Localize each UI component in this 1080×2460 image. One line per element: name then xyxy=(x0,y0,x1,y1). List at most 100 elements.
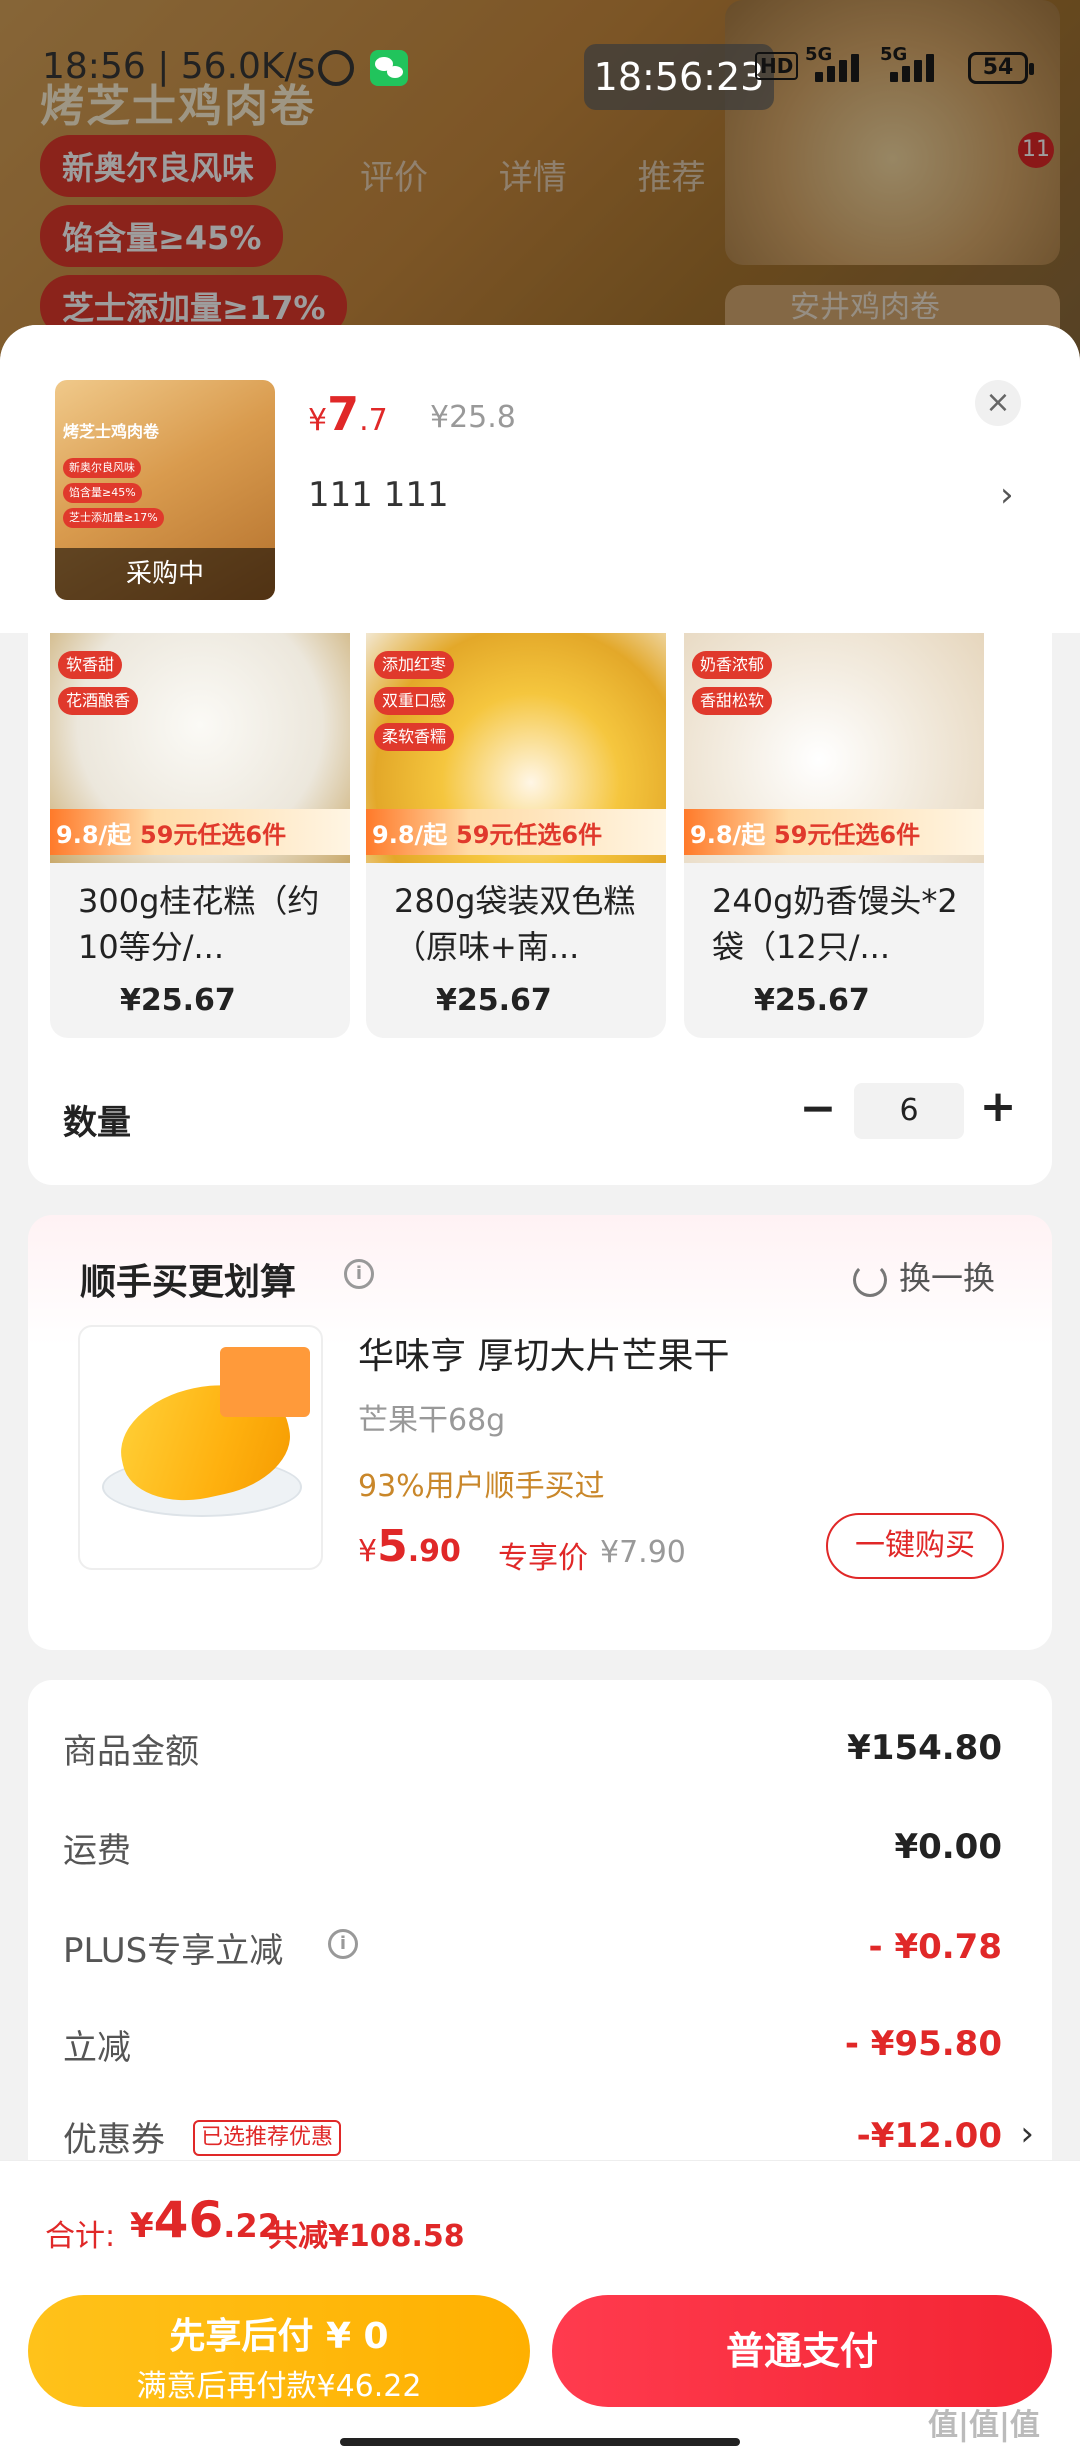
variant-price: ¥25.67 xyxy=(120,983,236,1018)
variant-image: 添加红枣 双重口感 柔软香糯 9.8/起 59元任选6件 xyxy=(366,633,666,863)
status-clock: 18:56:23 xyxy=(584,44,774,110)
variant-price: ¥25.67 xyxy=(436,983,552,1018)
signal-icon xyxy=(890,52,950,82)
thumb-title: 烤芝士鸡肉卷 xyxy=(63,422,160,441)
price-integer: 46 xyxy=(153,2191,224,2249)
upsell-product-spec: 芒果干68g xyxy=(358,1403,506,1438)
hd-icon: HD xyxy=(755,52,799,80)
purchase-sheet: 烤芝士鸡肉卷 新奥尔良风味 馅含量≥45% 芝士添加量≥17% 采购中 ¥7.7… xyxy=(0,325,1080,2460)
chevron-right-icon[interactable]: › xyxy=(1020,2114,1034,2154)
price-integer: 5 xyxy=(377,1521,408,1572)
price-integer: 7 xyxy=(327,387,360,441)
variant-name: 300g桂花糕（约10等分/... xyxy=(78,882,320,966)
summary-row-subtotal: 商品金额 ¥154.80 xyxy=(28,1724,1052,1784)
info-icon[interactable]: i xyxy=(328,1929,358,1959)
promo-text: 59元任选6件 xyxy=(456,821,603,849)
product-header: 烤芝士鸡肉卷 新奥尔良风味 馅含量≥45% 芝士添加量≥17% 采购中 ¥7.7… xyxy=(0,325,1080,633)
variant-tag: 香甜松软 xyxy=(692,687,773,715)
summary-row-shipping: 运费 ¥0.00 xyxy=(28,1823,1052,1883)
status-bar: 18:56 | 56.0K/s 18:56:23 HD 5G 5G 54 xyxy=(0,0,1080,140)
price-decimal: .90 xyxy=(407,1534,461,1569)
info-icon[interactable]: i xyxy=(344,1259,374,1289)
chevron-right-icon[interactable]: › xyxy=(1000,475,1014,515)
variant-item[interactable]: 软香甜 花酒酿香 9.8/起 59元任选6件 300g桂花糕（约10等分/...… xyxy=(50,633,350,1038)
pay-later-title: 先享后付 ¥ 0 xyxy=(169,2316,389,2357)
wechat-icon xyxy=(370,50,408,86)
package-shape xyxy=(220,1347,310,1417)
original-price: ¥25.8 xyxy=(430,400,516,435)
thumb-chip: 新奥尔良风味 xyxy=(63,458,141,478)
summary-label: PLUS专享立减 xyxy=(63,1931,284,1971)
order-summary: 商品金额 ¥154.80 运费 ¥0.00 PLUS专享立减 i - ¥0.78… xyxy=(28,1680,1052,2160)
refresh-label: 换一换 xyxy=(899,1259,996,1297)
home-indicator[interactable] xyxy=(340,2438,740,2446)
variant-promo-banner: 9.8/起 59元任选6件 xyxy=(50,809,350,855)
total-label: 合计: xyxy=(45,2219,116,2254)
upsell-product-image[interactable] xyxy=(78,1325,323,1570)
payment-bar: 先享后付 ¥ 0 满意后再付款¥46.22 普通支付 xyxy=(0,2280,1080,2460)
close-button[interactable]: × xyxy=(975,380,1021,426)
variant-name: 280g袋装双色糕（原味+南... xyxy=(394,882,636,966)
price-symbol: ¥ xyxy=(358,1534,378,1569)
quantity-decrease-button[interactable]: − xyxy=(798,1083,838,1134)
quantity-label: 数量 xyxy=(63,1103,131,1143)
price-decimal: .7 xyxy=(359,403,388,438)
summary-value: ¥154.80 xyxy=(847,1728,1002,1768)
variant-promo-banner: 9.8/起 59元任选6件 xyxy=(684,809,984,855)
summary-label: 运费 xyxy=(63,1831,131,1871)
promo-price: 9.8/起 xyxy=(56,821,132,849)
price-symbol: ¥ xyxy=(130,2206,154,2246)
selected-spec[interactable]: 111 111 xyxy=(308,475,449,515)
thumb-status-label: 采购中 xyxy=(55,548,275,600)
variant-tag: 添加红枣 xyxy=(374,651,455,679)
total-bar: 合计: ¥46.22 共减¥108.58 xyxy=(0,2160,1080,2280)
pay-later-button[interactable]: 先享后付 ¥ 0 满意后再付款¥46.22 xyxy=(28,2295,530,2407)
upsell-social-proof: 93%用户顺手买过 xyxy=(358,1469,605,1504)
one-click-buy-button[interactable]: 一键购买 xyxy=(826,1513,1004,1579)
alarm-icon xyxy=(318,50,354,86)
promo-text: 59元任选6件 xyxy=(774,821,921,849)
variant-item[interactable]: 添加红枣 双重口感 柔软香糯 9.8/起 59元任选6件 280g袋装双色糕（原… xyxy=(366,633,666,1038)
pay-now-button[interactable]: 普通支付 xyxy=(552,2295,1052,2407)
status-time-speed: 18:56 | 56.0K/s xyxy=(42,46,316,87)
current-price: ¥7.7 xyxy=(308,387,388,441)
variant-tag: 双重口感 xyxy=(374,687,455,715)
total-amount: ¥46.22 xyxy=(130,2191,280,2249)
product-thumbnail[interactable]: 烤芝士鸡肉卷 新奥尔良风味 馅含量≥45% 芝士添加量≥17% 采购中 xyxy=(55,380,275,600)
coupon-chip: 已选推荐优惠 xyxy=(193,2120,342,2156)
thumb-chip: 馅含量≥45% xyxy=(63,483,142,503)
summary-value: - ¥0.78 xyxy=(868,1927,1003,1967)
variant-tag: 奶香浓郁 xyxy=(692,651,773,679)
summary-label: 商品金额 xyxy=(63,1732,199,1772)
promo-price: 9.8/起 xyxy=(690,821,766,849)
variant-image: 奶香浓郁 香甜松软 9.8/起 59元任选6件 xyxy=(684,633,984,863)
quantity-input[interactable]: 6 xyxy=(854,1083,964,1139)
battery-icon: 54 xyxy=(968,52,1034,84)
refresh-icon xyxy=(853,1263,887,1297)
variant-image: 软香甜 花酒酿香 9.8/起 59元任选6件 xyxy=(50,633,350,863)
thumb-chip: 芝士添加量≥17% xyxy=(63,508,164,528)
variant-tag: 柔软香糯 xyxy=(374,723,455,751)
summary-value: -¥12.00 xyxy=(856,2116,1002,2156)
summary-row-plus-discount: PLUS专享立减 i - ¥0.78 xyxy=(28,1923,1052,1983)
variant-item[interactable]: 奶香浓郁 香甜松软 9.8/起 59元任选6件 240g奶香馒头*2袋（12只/… xyxy=(684,633,984,1038)
quantity-increase-button[interactable]: + xyxy=(978,1081,1018,1132)
total-saved: 共减¥108.58 xyxy=(268,2219,465,2254)
variant-promo-banner: 9.8/起 59元任选6件 xyxy=(366,809,666,855)
price-symbol: ¥ xyxy=(308,403,328,438)
exclusive-price-tag: 专享价 xyxy=(498,1541,588,1576)
signal-icon xyxy=(815,52,875,82)
promo-text: 59元任选6件 xyxy=(140,821,287,849)
refresh-button[interactable]: 换一换 xyxy=(853,1253,995,1299)
summary-row-instant-discount: 立减 - ¥95.80 xyxy=(28,2020,1052,2080)
summary-label: 优惠券 xyxy=(63,2120,165,2160)
upsell-product-name[interactable]: 华味亨 厚切大片芒果干 xyxy=(358,1327,729,1379)
variant-tag: 花酒酿香 xyxy=(58,687,139,715)
variant-tag: 软香甜 xyxy=(58,651,123,679)
summary-value: - ¥95.80 xyxy=(844,2024,1002,2064)
upsell-title: 顺手买更划算 xyxy=(80,1262,297,1303)
summary-value: ¥0.00 xyxy=(894,1827,1002,1867)
upsell-price: ¥5.90 xyxy=(358,1521,461,1572)
variant-name: 240g奶香馒头*2袋（12只/... xyxy=(712,882,958,966)
upsell-original-price: ¥7.90 xyxy=(600,1535,686,1570)
